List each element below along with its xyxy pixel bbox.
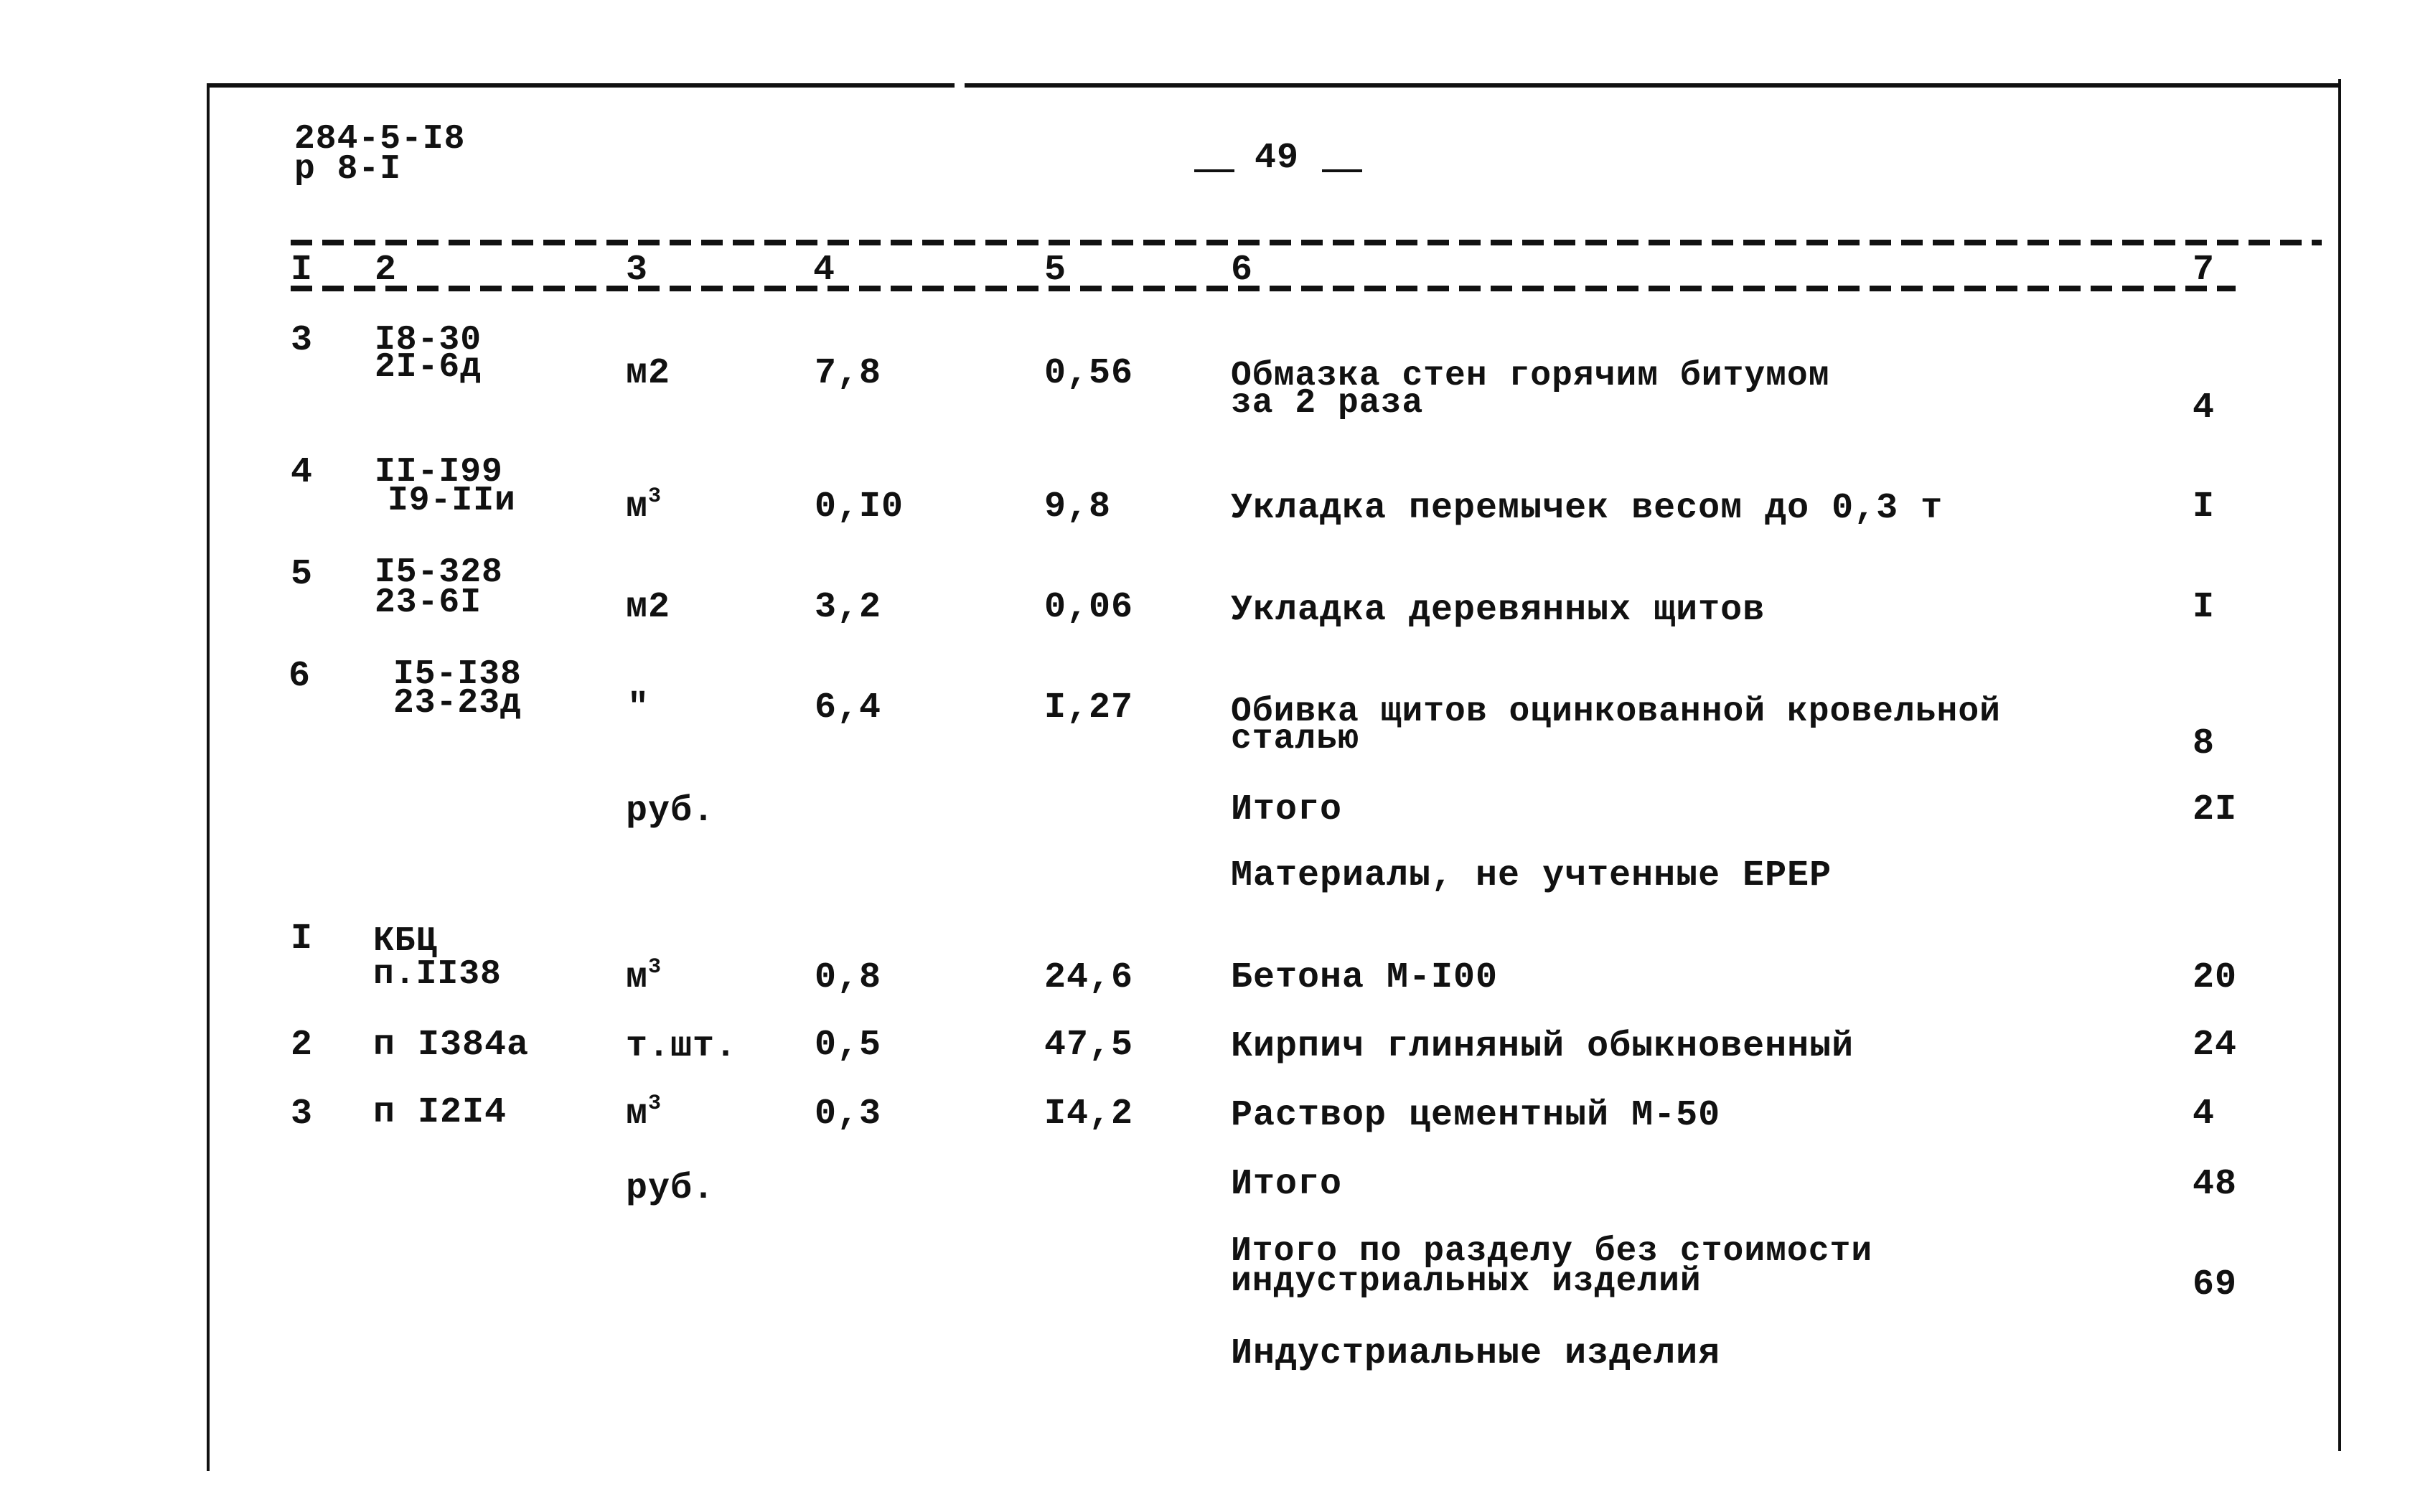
unit-ditto-mark: " bbox=[627, 687, 650, 728]
row-number: 3 bbox=[291, 1094, 314, 1135]
norm-code-sub: 2I-6д bbox=[375, 348, 482, 387]
norm-code-sub: 23-23д bbox=[393, 684, 522, 723]
unit-price: 24,6 bbox=[1044, 957, 1134, 998]
norm-code: п I384а bbox=[373, 1025, 530, 1066]
unit-base: м bbox=[626, 487, 649, 527]
unit: м3 bbox=[626, 1093, 662, 1135]
subtotal-label: Итого bbox=[1231, 1164, 1343, 1205]
row-total: 4 bbox=[2193, 388, 2216, 428]
column-number-4: 4 bbox=[813, 250, 836, 291]
page-frame-left-border bbox=[207, 83, 210, 1471]
unit: м2 bbox=[626, 353, 671, 394]
unit-exponent: 3 bbox=[648, 955, 662, 980]
unit: т.шт. bbox=[626, 1026, 738, 1067]
column-number-3: 3 bbox=[626, 250, 649, 291]
row-number: I bbox=[291, 919, 314, 959]
currency-unit: руб. bbox=[626, 1168, 716, 1209]
row-number: 2 bbox=[291, 1025, 314, 1066]
norm-code: КБЦ bbox=[373, 922, 438, 961]
row-total: 24 bbox=[2193, 1025, 2238, 1066]
header-dashed-rule-top bbox=[291, 240, 2322, 245]
row-number: 6 bbox=[289, 656, 311, 697]
quantity: 0,I0 bbox=[815, 487, 904, 527]
subtotal-value: 2I bbox=[2193, 789, 2238, 830]
doc-section: р 8-I bbox=[294, 150, 402, 189]
column-number-1: I bbox=[291, 250, 314, 291]
quantity: 0,3 bbox=[815, 1094, 882, 1135]
column-number-5: 5 bbox=[1044, 250, 1067, 291]
row-total: I bbox=[2193, 487, 2216, 527]
unit-price: I4,2 bbox=[1044, 1094, 1134, 1135]
page-number-dash-right bbox=[1322, 169, 1362, 172]
quantity: 3,2 bbox=[815, 587, 882, 628]
unit: м3 bbox=[626, 957, 662, 998]
description: Укладка перемычек весом до 0,3 т bbox=[1231, 488, 1944, 529]
page-number-dash-left bbox=[1194, 169, 1234, 172]
quantity: 6,4 bbox=[815, 687, 882, 728]
row-total: I bbox=[2193, 587, 2216, 628]
norm-code: п I2I4 bbox=[373, 1092, 507, 1133]
unit: м3 bbox=[626, 486, 662, 527]
unit-price: 47,5 bbox=[1044, 1025, 1134, 1066]
row-total: 20 bbox=[2193, 957, 2238, 998]
currency-unit: руб. bbox=[626, 791, 716, 832]
header-dashed-rule-bottom bbox=[291, 286, 2236, 291]
unit-exponent: 3 bbox=[648, 1091, 662, 1116]
unit-base: м bbox=[626, 1094, 649, 1135]
unit-exponent: 3 bbox=[648, 484, 662, 509]
unit-base: м bbox=[626, 957, 649, 998]
row-total: 4 bbox=[2193, 1094, 2216, 1135]
unit-price: 9,8 bbox=[1044, 487, 1112, 527]
subtotal-label: Итого bbox=[1231, 789, 1343, 830]
page-number: 49 bbox=[1255, 138, 1300, 179]
unit-price: 0,06 bbox=[1044, 587, 1134, 628]
quantity: 0,8 bbox=[815, 957, 882, 998]
section-total-value: 69 bbox=[2193, 1264, 2238, 1305]
industrial-products-heading: Индустриальные изделия bbox=[1231, 1333, 1721, 1374]
row-number: 3 bbox=[291, 320, 314, 361]
quantity: 0,5 bbox=[815, 1025, 882, 1066]
page-frame-top-border bbox=[208, 83, 2341, 88]
column-number-2: 2 bbox=[375, 250, 398, 291]
description: Кирпич глиняный обыкновенный bbox=[1231, 1026, 1855, 1067]
norm-code-sub: 23-6I bbox=[375, 583, 482, 622]
unit-price: 0,56 bbox=[1044, 353, 1134, 394]
row-number: 4 bbox=[291, 452, 314, 493]
column-number-7: 7 bbox=[2193, 250, 2216, 291]
norm-code-sub: п.II38 bbox=[373, 955, 502, 994]
description-cont: сталью bbox=[1231, 720, 1359, 759]
materials-section-heading: Материалы, не учтенные ЕРЕР bbox=[1231, 855, 1832, 896]
subtotal-value: 48 bbox=[2193, 1164, 2238, 1205]
row-total: 8 bbox=[2193, 723, 2216, 764]
unit-price: I,27 bbox=[1044, 687, 1134, 728]
quantity: 7,8 bbox=[815, 353, 882, 394]
page-frame-right-border bbox=[2338, 79, 2341, 1451]
description: Укладка деревянных щитов bbox=[1231, 590, 1766, 631]
norm-code-sub: I9-IIи bbox=[388, 482, 516, 520]
page-frame-gap bbox=[955, 80, 965, 90]
description: Раствор цементный М-50 bbox=[1231, 1095, 1721, 1136]
description: Бетона М-I00 bbox=[1231, 957, 1499, 998]
description-cont: за 2 раза bbox=[1231, 384, 1424, 423]
section-total-label-cont: индустриальных изделий bbox=[1231, 1262, 1702, 1301]
row-number: 5 bbox=[291, 554, 314, 595]
unit: м2 bbox=[626, 587, 671, 628]
column-number-6: 6 bbox=[1231, 250, 1254, 291]
